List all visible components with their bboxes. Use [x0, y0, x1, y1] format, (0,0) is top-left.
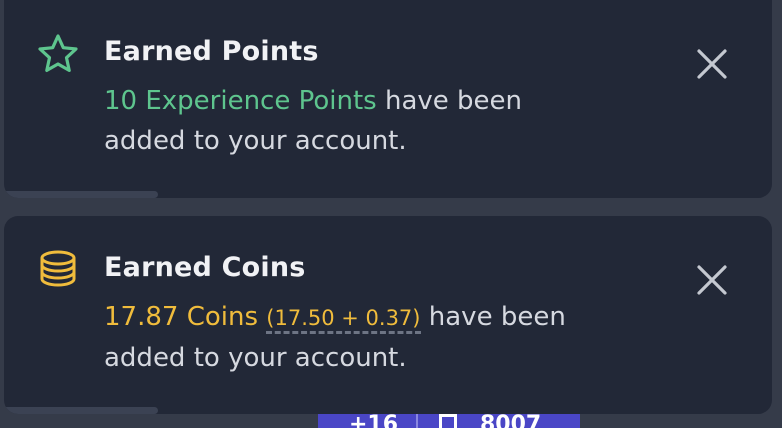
stats-divider	[416, 414, 418, 428]
message-tail: have been	[376, 86, 523, 116]
points-notification: Earned Points 10 Experience Points have …	[4, 0, 772, 198]
coins-amount: 17.87 Coins	[104, 302, 259, 332]
coins-breakdown[interactable]: (17.50 + 0.37)	[266, 306, 421, 334]
message-line2: added to your account.	[104, 126, 407, 156]
square-icon	[439, 414, 457, 428]
points-amount: 10 Experience Points	[104, 86, 377, 116]
coins-notification: Earned Coins 17.87 Coins (17.50 + 0.37) …	[4, 216, 772, 414]
bottom-stats-bar: +16 8007	[318, 414, 580, 428]
stats-total: 8007	[480, 414, 542, 428]
notification-message: 17.87 Coins (17.50 + 0.37) have been add…	[104, 297, 624, 378]
star-icon	[36, 32, 80, 76]
message-line2: added to your account.	[104, 343, 407, 373]
points-delta: +16	[349, 414, 399, 428]
dismiss-progress-track	[4, 191, 772, 198]
close-icon[interactable]	[694, 262, 730, 298]
notification-message: 10 Experience Points have been added to …	[104, 81, 624, 161]
notification-stage: +16 8007 Earned Points 10 Experience Poi…	[0, 0, 782, 428]
notification-title: Earned Coins	[104, 252, 306, 283]
coins-icon	[36, 248, 80, 292]
dismiss-progress-track	[4, 407, 772, 414]
notification-title: Earned Points	[104, 36, 319, 67]
dismiss-progress-bar	[4, 407, 158, 414]
dismiss-progress-bar	[4, 191, 158, 198]
close-icon[interactable]	[694, 46, 730, 82]
message-tail: have been	[420, 302, 566, 332]
